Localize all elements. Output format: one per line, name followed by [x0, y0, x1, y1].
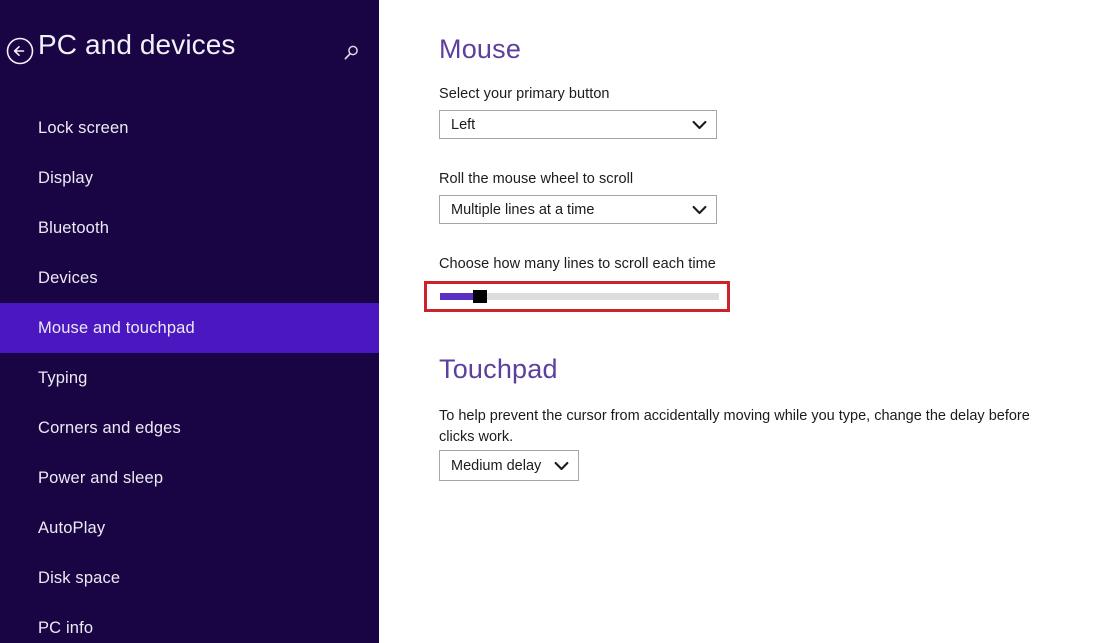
- sidebar-header: PC and devices: [0, 29, 379, 76]
- sidebar-item-label: Devices: [38, 268, 98, 287]
- sidebar-item-bluetooth[interactable]: Bluetooth: [0, 203, 379, 253]
- sidebar-item-pc-info[interactable]: PC info: [0, 603, 379, 643]
- scroll-lines-label: Choose how many lines to scroll each tim…: [439, 256, 716, 272]
- mouse-section-heading: Mouse: [439, 34, 522, 64]
- slider-thumb[interactable]: [473, 290, 487, 303]
- primary-button-value: Left: [451, 116, 476, 133]
- page-title: PC and devices: [38, 29, 236, 60]
- sidebar-item-typing[interactable]: Typing: [0, 353, 379, 403]
- touchpad-description: To help prevent the cursor from accident…: [439, 408, 1030, 445]
- sidebar-item-mouse-and-touchpad[interactable]: Mouse and touchpad: [0, 303, 379, 353]
- sidebar-item-label: AutoPlay: [38, 518, 106, 537]
- sidebar-item-label: Disk space: [38, 568, 121, 587]
- settings-screen: PC and devices Lock screen Display Bluet…: [0, 0, 1097, 643]
- search-icon[interactable]: [338, 40, 364, 66]
- chevron-down-icon: [552, 461, 570, 471]
- touchpad-delay-value: Medium delay: [451, 457, 542, 474]
- sidebar-nav-list: Lock screen Display Bluetooth Devices Mo…: [0, 103, 379, 643]
- back-arrow-circle-icon[interactable]: [3, 34, 37, 68]
- sidebar-item-devices[interactable]: Devices: [0, 253, 379, 303]
- touchpad-section-heading: Touchpad: [439, 354, 558, 384]
- scroll-lines-slider[interactable]: [440, 290, 719, 303]
- sidebar-item-disk-space[interactable]: Disk space: [0, 553, 379, 603]
- sidebar-item-power-and-sleep[interactable]: Power and sleep: [0, 453, 379, 503]
- sidebar-item-label: Bluetooth: [38, 218, 110, 237]
- mouse-wheel-label: Roll the mouse wheel to scroll: [439, 171, 634, 187]
- sidebar-item-lock-screen[interactable]: Lock screen: [0, 103, 379, 153]
- sidebar-item-label: Corners and edges: [38, 418, 181, 437]
- sidebar-item-label: PC info: [38, 618, 94, 637]
- touchpad-delay-select[interactable]: Medium delay: [439, 450, 579, 481]
- sidebar-item-autoplay[interactable]: AutoPlay: [0, 503, 379, 553]
- sidebar-item-label: Power and sleep: [38, 468, 164, 487]
- sidebar-item-label: Display: [38, 168, 94, 187]
- primary-button-label: Select your primary button: [439, 86, 610, 102]
- sidebar-item-label: Lock screen: [38, 118, 129, 137]
- sidebar-item-label: Typing: [38, 368, 88, 387]
- sidebar-item-display[interactable]: Display: [0, 153, 379, 203]
- slider-fill: [440, 293, 473, 300]
- mouse-wheel-value: Multiple lines at a time: [451, 201, 595, 218]
- sidebar-item-label: Mouse and touchpad: [38, 318, 195, 337]
- chevron-down-icon: [690, 120, 708, 130]
- slider-track: [487, 293, 719, 300]
- primary-button-select[interactable]: Left: [439, 110, 717, 139]
- settings-content: Mouse Select your primary button Left Ro…: [379, 0, 1097, 643]
- chevron-down-icon: [690, 205, 708, 215]
- sidebar: PC and devices Lock screen Display Bluet…: [0, 0, 379, 643]
- sidebar-item-corners-and-edges[interactable]: Corners and edges: [0, 403, 379, 453]
- mouse-wheel-select[interactable]: Multiple lines at a time: [439, 195, 717, 224]
